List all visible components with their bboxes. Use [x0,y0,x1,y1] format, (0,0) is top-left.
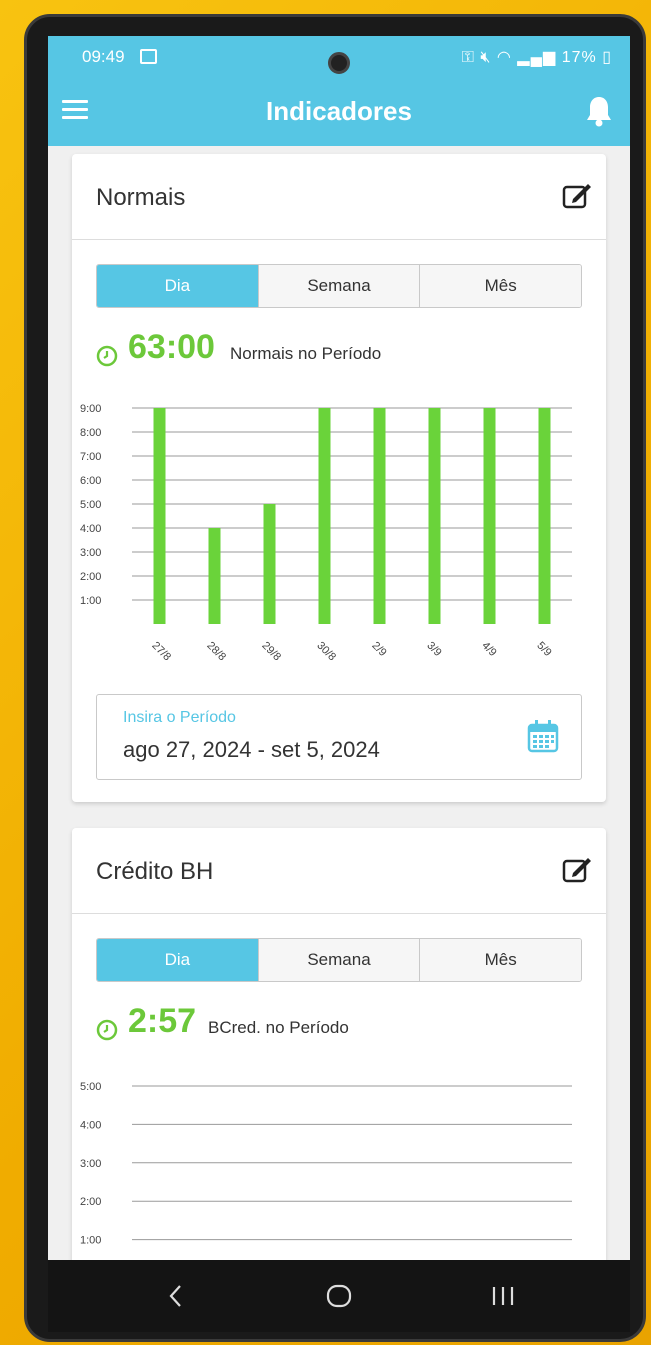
y-tick-label: 8:00 [80,427,101,439]
y-tick-label: 9:00 [80,403,101,415]
tab-semana[interactable]: Semana [258,265,421,307]
period-segmented-control: Dia Semana Mês [96,264,582,308]
tab-dia[interactable]: Dia [97,265,259,307]
home-button[interactable] [324,1278,354,1314]
key-icon: ⚿ [461,49,475,66]
y-tick-label: 5:00 [80,1081,101,1093]
camera-icon [328,52,350,74]
battery-icon: ▯ [602,49,612,66]
x-tick-label: 28/8 [204,640,228,664]
app-bar: Indicadores [48,80,630,146]
bar [538,408,551,624]
status-bar: 09:49 ⚿ 🔇︎ ◠ ▂▄▆ 17% ▯ [48,36,630,80]
mute-icon: 🔇︎ [480,49,492,66]
credito-bh-card: Crédito BH Dia Semana Mês 2:57 BCred. no… [72,828,606,1260]
status-icons: ⚿ 🔇︎ ◠ ▂▄▆ 17% ▯ [462,47,612,67]
total-label: Normais no Período [230,344,382,363]
y-tick-label: 6:00 [80,475,101,487]
credito-bh-chart: 1:00 2:00 3:00 4:00 5:00 [80,1081,572,1247]
edit-icon[interactable] [562,856,592,884]
card-title: Crédito BH [96,858,214,885]
x-tick-label: 4/9 [479,640,498,659]
y-tick-label: 2:00 [80,571,101,583]
bell-icon[interactable] [584,94,614,128]
bar [318,408,331,624]
bar [428,408,441,624]
card-header: Normais [72,154,606,240]
recents-button[interactable] [488,1278,518,1314]
edit-icon[interactable] [562,182,592,210]
y-tick-label: 5:00 [80,499,101,511]
back-button[interactable] [166,1278,186,1314]
x-tick-label: 2/9 [369,640,388,659]
tab-semana[interactable]: Semana [258,939,421,981]
image-notification-icon [140,49,157,64]
signal-icon: ▂▄▆ [517,49,557,66]
bar [153,408,166,624]
y-tick-label: 1:00 [80,1235,101,1247]
y-tick-label: 3:00 [80,547,101,559]
total-value: 2:57 [128,1002,197,1040]
x-tick-label: 3/9 [424,640,443,659]
bar [373,408,386,624]
screen: 09:49 ⚿ 🔇︎ ◠ ▂▄▆ 17% ▯ Indicadores Norma… [48,36,630,1260]
y-tick-label: 1:00 [80,595,101,607]
bar [263,504,276,624]
bar [208,528,221,624]
page-title: Indicadores [266,96,412,126]
bar [483,408,496,624]
normais-card: Normais Dia Semana Mês 63:00 Normais no … [72,154,606,802]
tab-mes[interactable]: Mês [420,265,581,307]
total-label: BCred. no Período [208,1018,349,1037]
system-nav-bar [48,1260,630,1332]
y-tick-label: 7:00 [80,451,101,463]
y-tick-label: 3:00 [80,1158,101,1170]
wifi-icon: ◠ [496,49,512,66]
date-field-value: ago 27, 2024 - set 5, 2024 [123,737,380,762]
clock-icon [96,1019,118,1041]
period-segmented-control: Dia Semana Mês [96,938,582,982]
period-total: 2:57 BCred. no Período [96,1002,576,1048]
period-total: 63:00 Normais no Período [96,328,576,374]
tab-mes[interactable]: Mês [420,939,581,981]
card-title: Normais [96,184,186,211]
y-tick-label: 2:00 [80,1196,101,1208]
normais-chart: 1:00 2:00 3:00 4:00 5:00 6:00 7:00 8:00 9:00 27/8… [80,403,572,664]
calendar-icon[interactable] [527,719,559,753]
total-value: 63:00 [128,328,215,366]
x-tick-label: 30/8 [314,640,338,664]
status-time: 09:49 [82,47,125,66]
date-field-label: Insira o Período [123,709,236,726]
content: Normais Dia Semana Mês 63:00 Normais no … [48,146,630,1260]
battery-text: 17% [561,49,597,66]
tab-dia[interactable]: Dia [97,939,259,981]
card-header: Crédito BH [72,828,606,914]
clock-icon [96,345,118,367]
x-tick-label: 29/8 [259,640,283,664]
y-tick-label: 4:00 [80,523,101,535]
x-tick-label: 27/8 [149,640,173,664]
period-date-field[interactable]: Insira o Período ago 27, 2024 - set 5, 2… [96,694,582,780]
x-tick-label: 5/9 [534,640,553,659]
y-tick-label: 4:00 [80,1119,101,1131]
